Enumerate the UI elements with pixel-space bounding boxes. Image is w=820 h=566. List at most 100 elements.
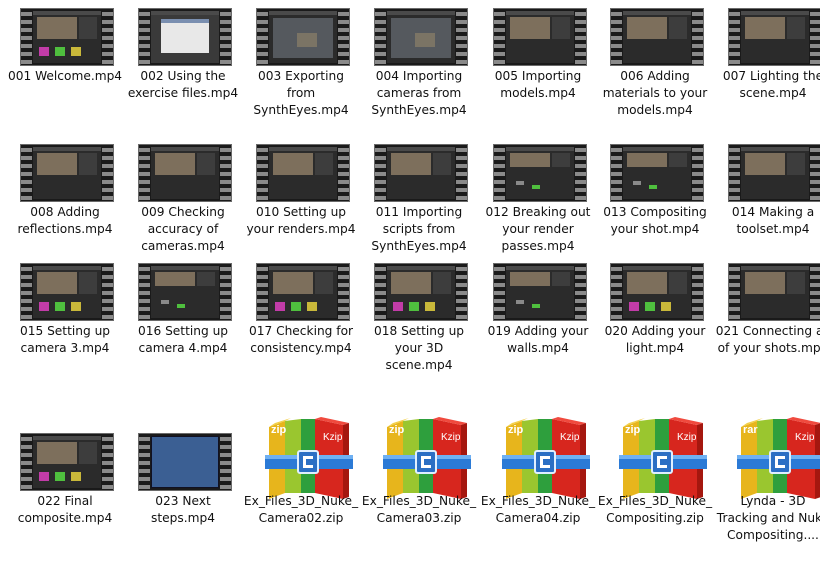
file-name: 021 Connecting all of your shots.mp4 <box>715 324 820 355</box>
thumbnail-panel <box>669 153 687 167</box>
thumbnail-node <box>532 304 540 308</box>
file-name: 002 Using the exercise files.mp4 <box>127 69 239 100</box>
thumbnail-panel <box>79 153 97 175</box>
archive-type-tag: zip <box>625 424 641 436</box>
thumbnail-menubar <box>741 266 809 270</box>
archive-icon: zip Kzip <box>383 417 471 499</box>
thumbnail-scene <box>510 17 550 39</box>
thumbnail-scene <box>37 442 77 464</box>
filmstrip-icon <box>139 264 231 320</box>
video-thumbnail <box>375 145 467 201</box>
thumbnail-panel <box>197 153 215 175</box>
file-name: Ex_Files_3D_Nuke_Camera02.zip <box>243 494 359 525</box>
thumbnail-menubar <box>151 147 219 151</box>
thumbnail-menubar <box>33 11 101 15</box>
thumbnail-scene <box>510 272 550 286</box>
video-thumbnail <box>257 145 349 201</box>
filmstrip-icon <box>139 145 231 201</box>
file-name: 005 Importing models.mp4 <box>494 69 582 100</box>
filmstrip-icon <box>257 9 349 65</box>
file-name: 014 Making a toolset.mp4 <box>731 205 815 236</box>
thumbnail-node <box>71 47 81 56</box>
thumbnail-menubar <box>506 147 574 151</box>
video-thumbnail <box>139 434 231 490</box>
thumbnail-menubar <box>269 11 337 15</box>
thumbnail-node <box>409 302 419 311</box>
thumbnail-menubar <box>151 266 219 270</box>
thumbnail-node <box>661 302 671 311</box>
thumbnail-node <box>39 472 49 481</box>
file-name: 007 Lighting the scene.mp4 <box>722 69 820 100</box>
file-name: 019 Adding your walls.mp4 <box>487 324 589 355</box>
thumbnail-panel <box>315 272 333 294</box>
filmstrip-icon <box>494 9 586 65</box>
filmstrip-icon <box>494 145 586 201</box>
filmstrip-icon <box>21 9 113 65</box>
thumbnail-node <box>393 302 403 311</box>
file-name: 006 Adding materials to your models.mp4 <box>602 69 708 117</box>
archive-icon: rar Kzip <box>737 417 820 499</box>
video-thumbnail <box>611 9 703 65</box>
thumbnail-menubar <box>269 147 337 151</box>
video-thumbnail <box>494 264 586 320</box>
thumbnail-node <box>39 302 49 311</box>
thumbnail-node <box>55 47 65 56</box>
thumbnail-menubar <box>387 266 455 270</box>
file-name: 001 Welcome.mp4 <box>7 69 123 83</box>
archive-brand-tag: Kzip <box>441 432 461 443</box>
thumbnail-scene <box>627 17 667 39</box>
thumbnail-panel <box>787 272 805 294</box>
thumbnail-panel <box>669 17 687 39</box>
thumbnail-panel <box>197 272 215 286</box>
archive-brand-tag: Kzip <box>795 432 815 443</box>
thumbnail-window <box>161 19 209 53</box>
thumbnail-panel <box>787 153 805 175</box>
thumbnail-menubar <box>506 266 574 270</box>
filmstrip-icon <box>611 264 703 320</box>
video-thumbnail <box>494 9 586 65</box>
file-name: 016 Setting up camera 4.mp4 <box>137 324 229 355</box>
video-thumbnail <box>21 9 113 65</box>
video-thumbnail <box>729 9 820 65</box>
file-name: 003 Exporting from SynthEyes.mp4 <box>253 69 349 117</box>
filmstrip-icon <box>375 145 467 201</box>
video-thumbnail <box>139 264 231 320</box>
thumbnail-menubar <box>623 147 691 151</box>
video-thumbnail <box>21 434 113 490</box>
thumbnail-node <box>516 181 524 185</box>
thumbnail-node <box>425 302 435 311</box>
filmstrip-icon <box>21 145 113 201</box>
archive-brand-tag: Kzip <box>560 432 580 443</box>
thumbnail-scene <box>37 272 77 294</box>
thumbnail-panel <box>552 272 570 286</box>
video-thumbnail <box>257 264 349 320</box>
thumbnail-scene <box>273 153 313 175</box>
file-name: Ex_Files_3D_Nuke_Camera04.zip <box>480 494 596 525</box>
archive-icon: zip Kzip <box>619 417 707 499</box>
thumbnail-menubar <box>33 147 101 151</box>
thumbnail-menubar <box>741 11 809 15</box>
file-name: Ex_Files_3D_Nuke_Compositing.zip <box>597 494 713 525</box>
thumbnail-node <box>55 302 65 311</box>
thumbnail-menubar <box>623 11 691 15</box>
archive-brand-tag: Kzip <box>677 432 697 443</box>
video-thumbnail <box>139 145 231 201</box>
video-thumbnail <box>375 264 467 320</box>
filmstrip-icon <box>139 9 231 65</box>
video-thumbnail <box>611 264 703 320</box>
thumbnail-node <box>516 300 524 304</box>
file-name: 004 Importing cameras from SynthEyes.mp4 <box>371 69 467 117</box>
thumbnail-geometry <box>415 33 435 47</box>
thumbnail-menubar <box>387 11 455 15</box>
file-name: 018 Setting up your 3D scene.mp4 <box>373 324 465 372</box>
file-name: 015 Setting up camera 3.mp4 <box>19 324 111 355</box>
thumbnail-panel <box>787 17 805 39</box>
file-name: 020 Adding your light.mp4 <box>604 324 706 355</box>
thumbnail-window-titlebar <box>161 19 209 23</box>
file-name: 012 Breaking out your render passes.mp4 <box>485 205 591 253</box>
thumbnail-panel <box>79 17 97 39</box>
thumbnail-menubar <box>623 266 691 270</box>
thumbnail-scene <box>745 272 785 294</box>
thumbnail-node <box>532 185 540 189</box>
file-name: 013 Compositing your shot.mp4 <box>603 205 707 236</box>
